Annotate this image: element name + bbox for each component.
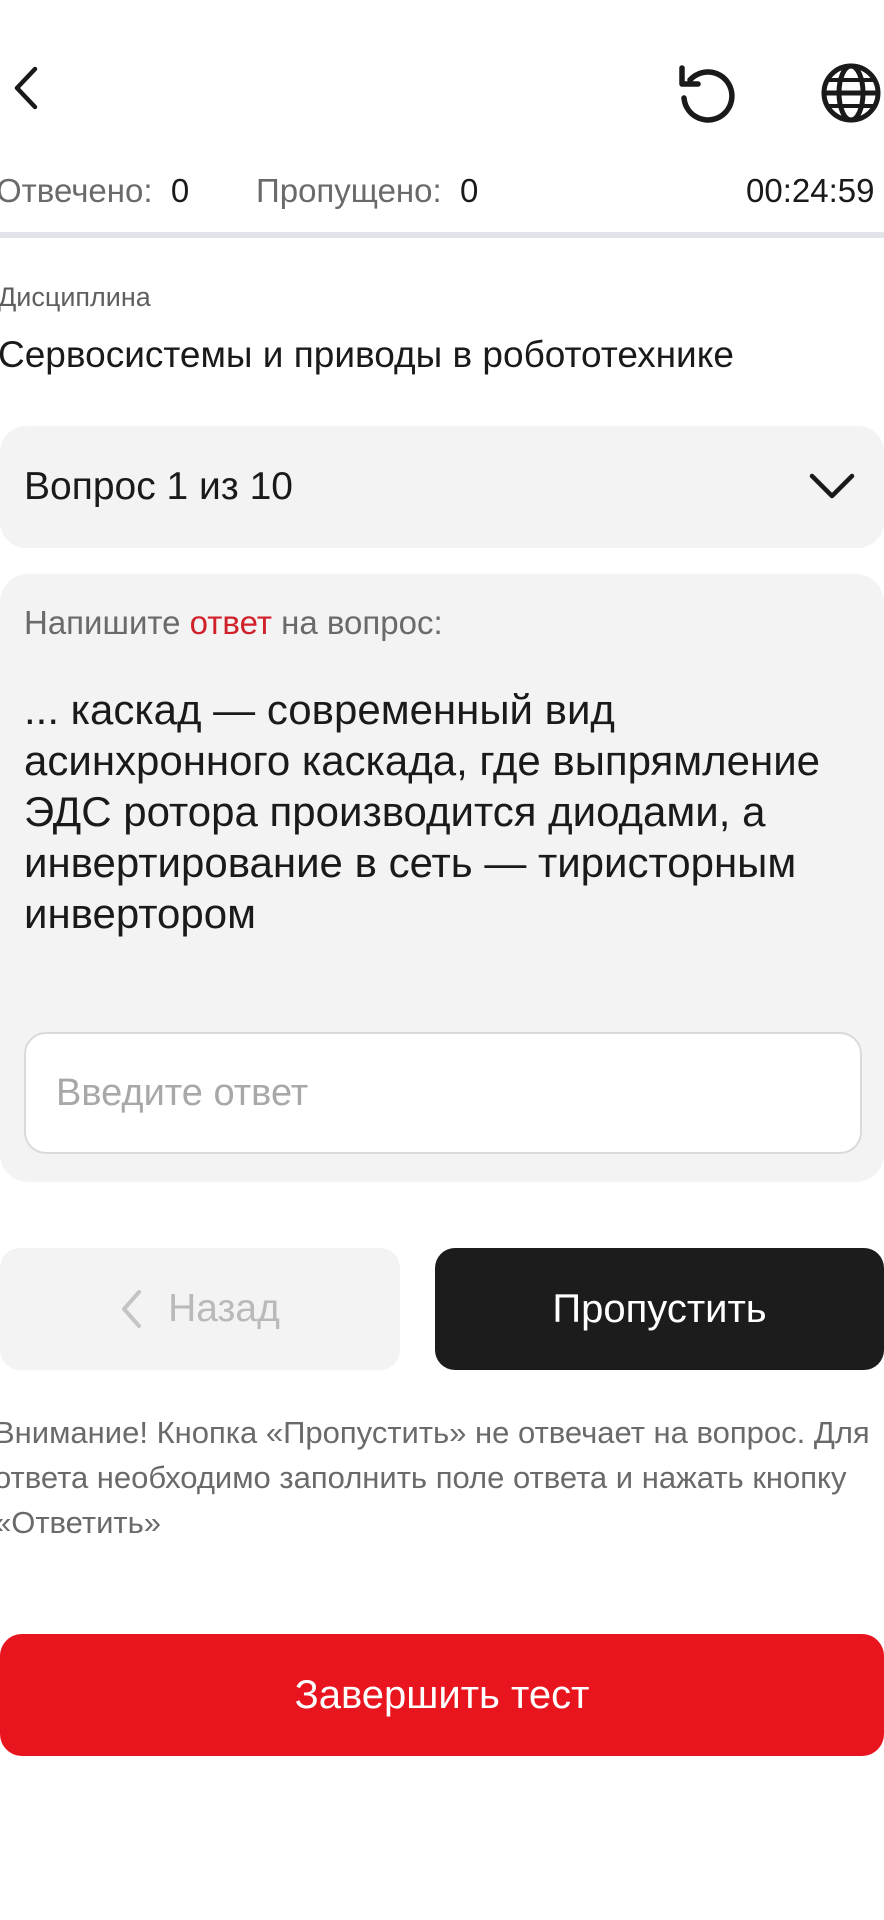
prompt-text-end: на вопрос: bbox=[271, 604, 443, 641]
chevron-left-icon bbox=[14, 66, 38, 110]
divider bbox=[0, 232, 884, 238]
prompt-text-start: Напишите bbox=[24, 604, 190, 641]
skip-label: Пропустить bbox=[552, 1286, 767, 1331]
answered-value: 0 bbox=[170, 172, 190, 209]
language-button[interactable] bbox=[818, 60, 884, 126]
skipped-label: Пропущено: bbox=[256, 172, 442, 209]
skip-notice: Внимание! Кнопка «Пропустить» не отвечае… bbox=[0, 1415, 870, 1540]
question-prompt: Напишите ответ на вопрос: bbox=[24, 604, 443, 642]
question-selector-label: Вопрос 1 из 10 bbox=[24, 465, 293, 508]
discipline-label: Дисциплина bbox=[0, 282, 151, 312]
chevron-down-icon bbox=[809, 473, 855, 499]
answered-counter: Отвечено: 0 bbox=[0, 172, 189, 210]
answered-label: Отвечено: bbox=[0, 172, 153, 209]
answer-input[interactable] bbox=[24, 1032, 862, 1154]
skipped-value: 0 bbox=[460, 172, 479, 209]
timer: 00:24:59 bbox=[746, 172, 875, 209]
prompt-accent: ответ bbox=[189, 604, 272, 641]
reset-icon bbox=[679, 65, 735, 123]
finish-test-button[interactable]: Завершить тест bbox=[0, 1634, 884, 1756]
question-text: ... каскад — современный вид асинхронног… bbox=[24, 686, 821, 937]
question-selector[interactable]: Вопрос 1 из 10 bbox=[0, 426, 884, 548]
stats-bar: Отвечено: 0 Пропущено: 0 00:24:59 bbox=[0, 172, 884, 218]
back-button[interactable] bbox=[6, 62, 46, 114]
back-question-label: Назад bbox=[168, 1287, 280, 1330]
discipline-name: Сервосистемы и приводы в робототехнике bbox=[0, 334, 734, 375]
chevron-left-icon bbox=[122, 1290, 142, 1328]
reset-button[interactable] bbox=[674, 60, 740, 126]
skipped-counter: Пропущено: 0 bbox=[256, 172, 478, 210]
skip-button[interactable]: Пропустить bbox=[435, 1248, 884, 1370]
question-card: Напишите ответ на вопрос: ... каскад — с… bbox=[0, 574, 884, 1182]
back-question-button[interactable]: Назад bbox=[0, 1248, 400, 1370]
finish-test-label: Завершить тест bbox=[294, 1672, 590, 1717]
globe-icon bbox=[821, 63, 881, 123]
